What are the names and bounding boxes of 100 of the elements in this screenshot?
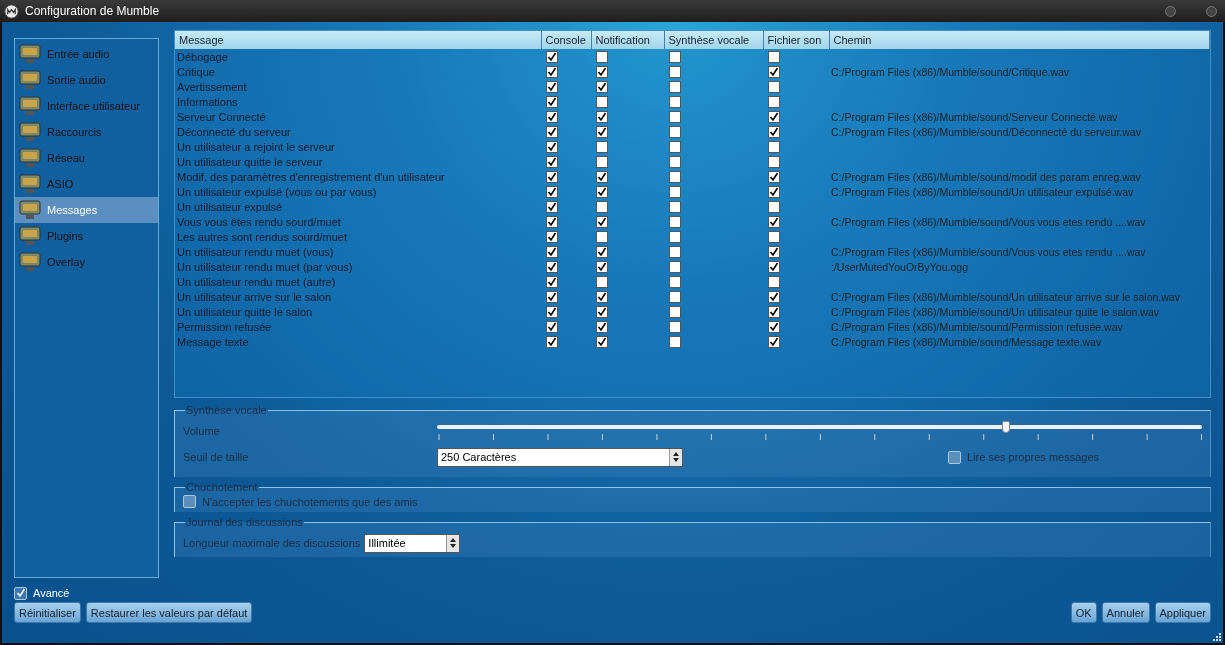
checkbox[interactable] [546,111,558,124]
checkbox[interactable] [669,156,681,169]
slider-thumb[interactable] [1002,421,1011,433]
checkbox[interactable] [669,51,681,64]
checkbox[interactable] [669,201,681,214]
checkbox[interactable] [596,156,608,169]
checkbox[interactable] [596,216,608,229]
checkbox[interactable] [596,111,608,124]
checkbox[interactable] [768,246,780,259]
checkbox[interactable] [546,216,558,229]
checkbox[interactable] [546,81,558,94]
checkbox[interactable] [546,291,558,304]
checkbox[interactable] [669,291,681,304]
checkbox[interactable] [669,81,681,94]
checkbox[interactable] [768,126,780,139]
column-header[interactable]: Console [541,31,591,49]
checkbox[interactable] [669,171,681,184]
checkbox[interactable] [596,201,608,214]
spin-arrows-icon[interactable] [669,448,682,466]
column-header[interactable]: Chemin [829,31,1210,49]
checkbox[interactable] [768,336,780,349]
checkbox[interactable] [546,66,558,79]
close-button[interactable] [1206,5,1217,17]
checkbox[interactable] [596,171,608,184]
checkbox[interactable] [768,66,780,79]
checkbox[interactable] [546,276,558,289]
checkbox[interactable] [669,186,681,199]
checkbox[interactable] [669,96,681,109]
checkbox[interactable] [546,231,558,244]
checkbox[interactable] [768,306,780,319]
checkbox[interactable] [546,126,558,139]
checkbox[interactable] [596,186,608,199]
checkbox[interactable] [669,276,681,289]
checkbox[interactable] [183,495,196,508]
checkbox[interactable] [669,261,681,274]
checkbox[interactable] [768,171,780,184]
dialog-button[interactable]: Restaurer les valeurs par défaut [85,602,253,623]
column-header[interactable]: Message [175,31,541,49]
checkbox[interactable] [546,336,558,349]
checkbox[interactable] [669,246,681,259]
checkbox[interactable] [669,216,681,229]
checkbox[interactable] [596,141,608,154]
checkbox[interactable] [768,291,780,304]
checkbox[interactable] [596,81,608,94]
checkbox[interactable] [669,231,681,244]
checkbox[interactable] [669,126,681,139]
dialog-button[interactable]: Réinitialiser [14,602,81,623]
checkbox[interactable] [546,171,558,184]
checkbox[interactable] [596,66,608,79]
checkbox[interactable] [596,306,608,319]
checkbox[interactable] [596,261,608,274]
checkbox[interactable] [768,201,780,214]
checkbox[interactable] [546,201,558,214]
minimize-button[interactable] [1165,5,1176,17]
checkbox[interactable] [546,246,558,259]
checkbox[interactable] [768,231,780,244]
checkbox[interactable] [768,111,780,124]
size-threshold-spinbox[interactable]: 250 Caractères [437,447,683,467]
checkbox[interactable] [546,186,558,199]
checkbox[interactable] [669,321,681,334]
checkbox[interactable] [546,321,558,334]
checkbox[interactable] [596,291,608,304]
checkbox[interactable] [596,51,608,64]
column-header[interactable]: Notification [591,31,664,49]
checkbox[interactable] [768,321,780,334]
checkbox[interactable] [596,126,608,139]
checkbox[interactable] [596,321,608,334]
checkbox[interactable] [546,51,558,64]
checkbox[interactable] [768,216,780,229]
checkbox[interactable] [669,141,681,154]
checkbox[interactable] [669,66,681,79]
checkbox[interactable] [546,156,558,169]
checkbox[interactable] [546,96,558,109]
checkbox[interactable] [669,306,681,319]
dialog-button[interactable]: Annuler [1101,602,1150,623]
spin-arrows-icon[interactable] [446,534,460,552]
max-length-spinbox[interactable]: Illimitée [364,533,461,553]
checkbox[interactable] [768,96,780,109]
checkbox[interactable] [768,186,780,199]
dialog-button[interactable]: OK [1070,602,1097,623]
checkbox[interactable] [596,276,608,289]
checkbox[interactable] [546,261,558,274]
checkbox[interactable] [596,96,608,109]
checkbox[interactable] [768,81,780,94]
checkbox[interactable] [948,450,961,464]
checkbox[interactable] [546,141,558,154]
checkbox[interactable] [768,276,780,289]
checkbox[interactable] [768,141,780,154]
column-header[interactable]: Fichier son [763,31,829,49]
checkbox[interactable] [596,246,608,259]
checkbox[interactable] [669,111,681,124]
checkbox[interactable] [14,586,27,600]
checkbox[interactable] [596,336,608,349]
checkbox[interactable] [768,156,780,169]
checkbox[interactable] [596,231,608,244]
dialog-button[interactable]: Appliquer [1154,602,1211,623]
checkbox[interactable] [546,306,558,319]
checkbox[interactable] [768,51,780,64]
column-header[interactable]: Synthèse vocale [664,31,763,49]
checkbox[interactable] [669,336,681,349]
